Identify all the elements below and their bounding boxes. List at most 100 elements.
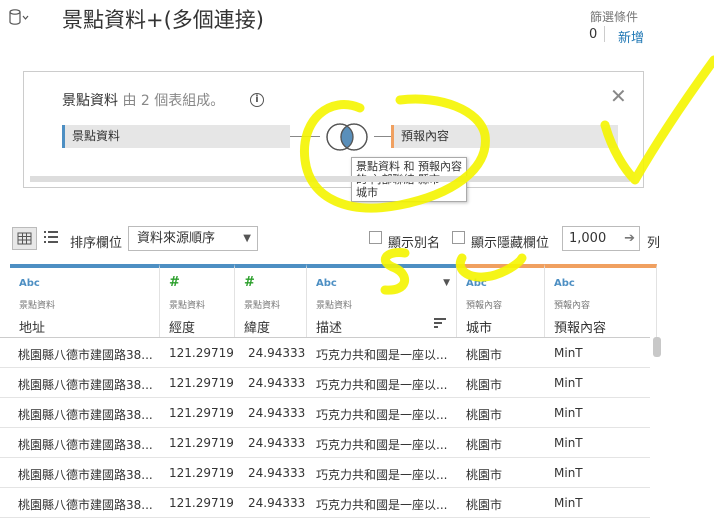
column-header-description[interactable]: Abc ▼ 景點資料 描述 bbox=[307, 264, 457, 337]
table-row: 桃園縣八德市建國路38... 121.29719 24.94333 巧克力共和國… bbox=[0, 458, 650, 488]
column-name[interactable]: 地址 bbox=[19, 317, 45, 336]
column-name[interactable]: 城市 bbox=[466, 317, 492, 336]
row-count-unit: 列 bbox=[647, 236, 661, 251]
cell-description[interactable]: 巧克力共和國是一座以... bbox=[316, 376, 447, 393]
column-source: 景點資料 bbox=[244, 301, 281, 311]
number-type-icon[interactable]: # bbox=[169, 275, 180, 290]
cell-address[interactable]: 桃園縣八德市建國路38... bbox=[18, 466, 153, 483]
column-source: 景點資料 bbox=[169, 301, 206, 311]
cell-longitude[interactable]: 121.29719 bbox=[169, 376, 234, 390]
grid-icon bbox=[17, 232, 32, 245]
column-source: 預報內容 bbox=[466, 301, 503, 311]
cell-address[interactable]: 桃園縣八德市建國路38... bbox=[18, 376, 153, 393]
cell-forecast[interactable]: MinT bbox=[554, 436, 583, 450]
cell-longitude[interactable]: 121.29719 bbox=[169, 496, 234, 510]
sort-icon[interactable] bbox=[434, 317, 446, 329]
cell-city[interactable]: 桃園市 bbox=[466, 466, 502, 483]
cell-forecast[interactable]: MinT bbox=[554, 466, 583, 480]
show-hidden-label: 顯示隱藏欄位 bbox=[471, 236, 550, 251]
cell-description[interactable]: 巧克力共和國是一座以... bbox=[316, 346, 447, 363]
table-row: 桃園縣八德市建國路38... 121.29719 24.94333 巧克力共和國… bbox=[0, 338, 650, 368]
grid-view-button[interactable] bbox=[12, 227, 37, 250]
cell-description[interactable]: 巧克力共和國是一座以... bbox=[316, 496, 447, 513]
cell-forecast[interactable]: MinT bbox=[554, 496, 583, 510]
sort-fields-value: 資料來源順序 bbox=[137, 231, 216, 246]
list-view-icon[interactable] bbox=[44, 230, 58, 245]
column-header-latitude[interactable]: # 景點資料 緯度 bbox=[235, 264, 307, 337]
show-alias-label: 顯示別名 bbox=[388, 236, 441, 251]
left-table-pill[interactable]: 景點資料 bbox=[62, 125, 290, 148]
cell-latitude[interactable]: 24.94333 bbox=[248, 436, 305, 450]
row-count-input[interactable]: 1,000 ➔ bbox=[562, 226, 640, 251]
table-row: 桃園縣八德市建國路38... 121.29719 24.94333 巧克力共和國… bbox=[0, 428, 650, 458]
column-menu-caret-icon[interactable]: ▼ bbox=[443, 278, 450, 288]
column-name[interactable]: 預報內容 bbox=[554, 317, 606, 336]
data-grid: Abc 景點資料 地址 # 景點資料 經度 # 景點資料 緯度 Abc ▼ 景點… bbox=[0, 264, 664, 523]
cell-description[interactable]: 巧克力共和國是一座以... bbox=[316, 466, 447, 483]
cell-address[interactable]: 桃園縣八德市建國路38... bbox=[18, 406, 153, 423]
column-source: 景點資料 bbox=[316, 301, 353, 311]
join-panel-scrollbar[interactable] bbox=[30, 176, 630, 182]
page-title[interactable]: 景點資料+(多個連接) bbox=[62, 4, 264, 34]
string-type-icon[interactable]: Abc bbox=[466, 278, 487, 289]
column-source: 預報內容 bbox=[554, 301, 591, 311]
cell-address[interactable]: 桃園縣八德市建國路38... bbox=[18, 346, 153, 363]
join-heading-sub: 由 2 個表組成。 bbox=[118, 93, 225, 109]
cell-city[interactable]: 桃園市 bbox=[466, 346, 502, 363]
cell-longitude[interactable]: 121.29719 bbox=[169, 466, 234, 480]
filters-divider bbox=[604, 26, 605, 42]
cell-address[interactable]: 桃園縣八德市建國路38... bbox=[18, 496, 153, 513]
cell-longitude[interactable]: 121.29719 bbox=[169, 346, 234, 360]
row-count-value: 1,000 bbox=[569, 231, 607, 246]
number-type-icon[interactable]: # bbox=[244, 275, 255, 290]
column-name[interactable]: 經度 bbox=[169, 317, 195, 336]
show-hidden-checkbox[interactable] bbox=[452, 231, 465, 244]
cell-longitude[interactable]: 121.29719 bbox=[169, 436, 234, 450]
table-row: 桃園縣八德市建國路38... 121.29719 24.94333 巧克力共和國… bbox=[0, 488, 650, 518]
database-icon[interactable] bbox=[8, 8, 30, 28]
info-icon[interactable]: i bbox=[250, 93, 264, 107]
join-heading-main: 景點資料 bbox=[62, 93, 118, 109]
cell-description[interactable]: 巧克力共和國是一座以... bbox=[316, 436, 447, 453]
cell-city[interactable]: 桃園市 bbox=[466, 406, 502, 423]
column-name[interactable]: 描述 bbox=[316, 317, 342, 336]
cell-latitude[interactable]: 24.94333 bbox=[248, 496, 305, 510]
cell-address[interactable]: 桃園縣八德市建國路38... bbox=[18, 436, 153, 453]
column-name[interactable]: 緯度 bbox=[244, 317, 270, 336]
filters-count: 0 bbox=[589, 27, 598, 42]
right-table-pill[interactable]: 預報內容 bbox=[391, 125, 618, 148]
cell-city[interactable]: 桃園市 bbox=[466, 436, 502, 453]
sort-fields-select[interactable]: 資料來源順序 ▼ bbox=[128, 226, 258, 251]
cell-description[interactable]: 巧克力共和國是一座以... bbox=[316, 406, 447, 423]
show-alias-checkbox[interactable] bbox=[369, 231, 382, 244]
arrow-right-icon[interactable]: ➔ bbox=[624, 227, 635, 250]
table-row: 桃園縣八德市建國路38... 121.29719 24.94333 巧克力共和國… bbox=[0, 368, 650, 398]
cell-forecast[interactable]: MinT bbox=[554, 346, 583, 360]
string-type-icon[interactable]: Abc bbox=[554, 278, 575, 289]
column-header-forecast[interactable]: Abc 預報內容 預報內容 bbox=[545, 264, 657, 337]
table-scrollbar[interactable] bbox=[653, 337, 661, 357]
column-source: 景點資料 bbox=[19, 301, 56, 311]
cell-city[interactable]: 桃園市 bbox=[466, 376, 502, 393]
caret-down-icon: ▼ bbox=[243, 233, 251, 244]
cell-forecast[interactable]: MinT bbox=[554, 376, 583, 390]
cell-forecast[interactable]: MinT bbox=[554, 406, 583, 420]
cell-latitude[interactable]: 24.94333 bbox=[248, 376, 305, 390]
join-heading: 景點資料 由 2 個表組成。 bbox=[62, 90, 224, 110]
cell-latitude[interactable]: 24.94333 bbox=[248, 466, 305, 480]
cell-longitude[interactable]: 121.29719 bbox=[169, 406, 234, 420]
column-header-address[interactable]: Abc 景點資料 地址 bbox=[10, 264, 160, 337]
header-divider bbox=[0, 337, 650, 338]
add-filter-link[interactable]: 新增 bbox=[618, 27, 644, 46]
cell-city[interactable]: 桃園市 bbox=[466, 496, 502, 513]
filters-label: 篩選條件 bbox=[590, 10, 639, 24]
cell-latitude[interactable]: 24.94333 bbox=[248, 346, 305, 360]
sort-fields-label: 排序欄位 bbox=[70, 236, 123, 251]
cell-latitude[interactable]: 24.94333 bbox=[248, 406, 305, 420]
inner-join-icon[interactable] bbox=[320, 120, 374, 154]
column-header-city[interactable]: Abc 預報內容 城市 bbox=[457, 264, 545, 337]
string-type-icon[interactable]: Abc bbox=[316, 278, 337, 289]
column-header-longitude[interactable]: # 景點資料 經度 bbox=[160, 264, 235, 337]
string-type-icon[interactable]: Abc bbox=[19, 278, 40, 289]
close-icon[interactable]: ✕ bbox=[610, 86, 627, 106]
